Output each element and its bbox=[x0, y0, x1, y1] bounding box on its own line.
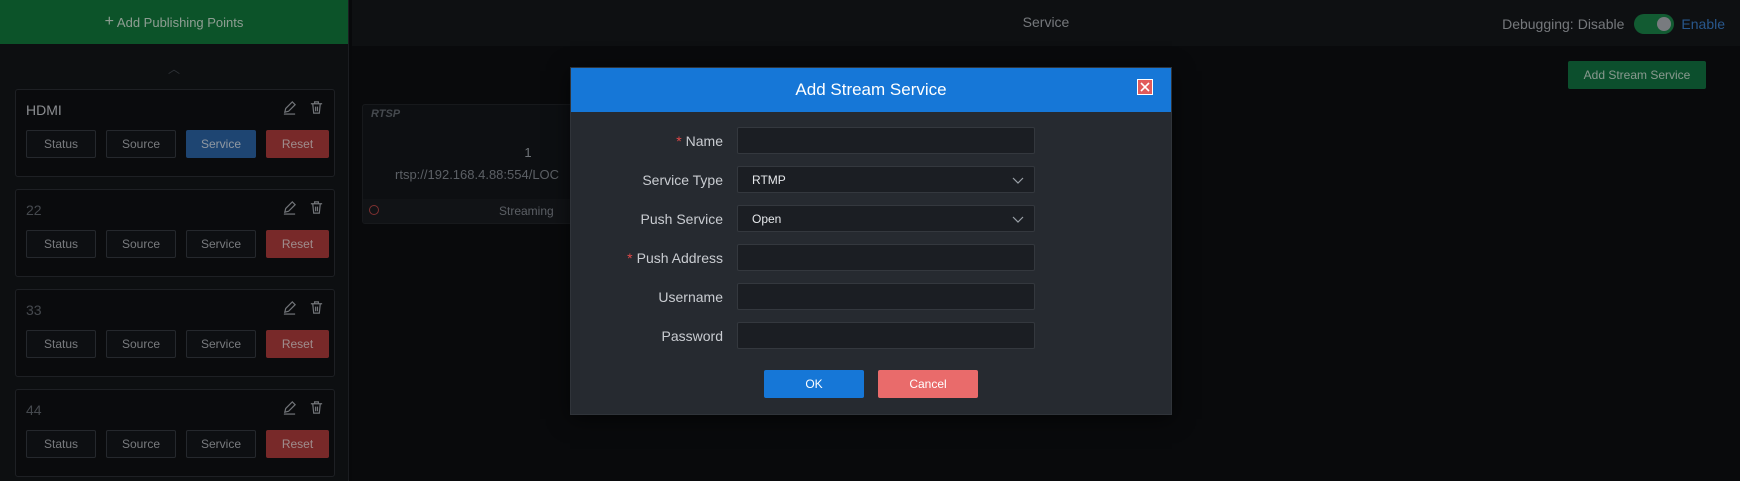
password-label: Password bbox=[661, 328, 723, 344]
username-label: Username bbox=[658, 289, 723, 305]
name-label-text: Name bbox=[685, 133, 723, 149]
name-input[interactable] bbox=[737, 127, 1035, 154]
required-marker: * bbox=[676, 133, 682, 149]
cancel-button[interactable]: Cancel bbox=[878, 370, 978, 398]
push-service-label: Push Service bbox=[640, 211, 723, 227]
chevron-down-icon bbox=[1012, 216, 1024, 223]
name-label: * Name bbox=[676, 133, 723, 149]
close-icon[interactable] bbox=[1137, 79, 1153, 95]
username-row: Username bbox=[571, 283, 1171, 311]
required-marker: * bbox=[627, 250, 633, 266]
push-service-row: Push Service Open bbox=[571, 205, 1171, 233]
push-address-row: * Push Address bbox=[571, 244, 1171, 272]
push-address-input[interactable] bbox=[737, 244, 1035, 271]
push-address-label-text: Push Address bbox=[636, 250, 723, 266]
add-stream-service-dialog: Add Stream Service * Name Service Type RT… bbox=[570, 67, 1172, 415]
chevron-down-icon bbox=[1012, 177, 1024, 184]
service-type-value: RTMP bbox=[752, 173, 786, 187]
dialog-title: Add Stream Service bbox=[795, 80, 947, 99]
service-type-label: Service Type bbox=[642, 172, 723, 188]
password-input[interactable] bbox=[737, 322, 1035, 349]
name-row: * Name bbox=[571, 127, 1171, 155]
push-service-value: Open bbox=[752, 212, 782, 226]
push-service-select[interactable]: Open bbox=[737, 205, 1035, 232]
ok-button[interactable]: OK bbox=[764, 370, 864, 398]
password-row: Password bbox=[571, 322, 1171, 350]
username-input[interactable] bbox=[737, 283, 1035, 310]
service-type-row: Service Type RTMP bbox=[571, 166, 1171, 194]
dialog-header: Add Stream Service bbox=[571, 68, 1171, 112]
push-address-label: * Push Address bbox=[627, 250, 723, 266]
service-type-select[interactable]: RTMP bbox=[737, 166, 1035, 193]
